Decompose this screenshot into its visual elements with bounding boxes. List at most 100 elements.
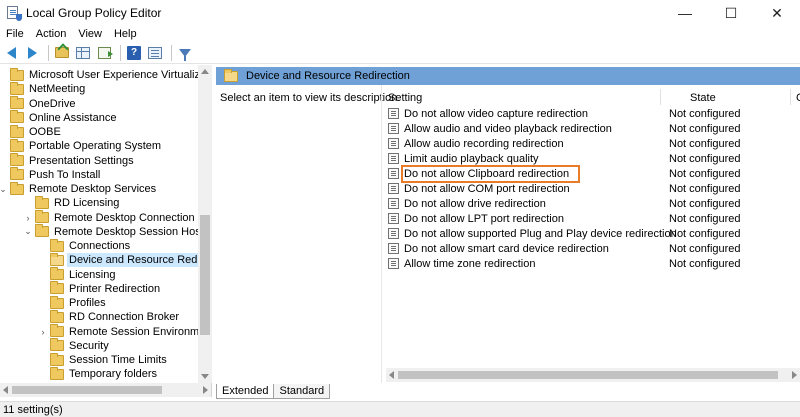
policy-setting-row[interactable]: Do not allow smart card device redirecti… [384,241,800,256]
help-button[interactable]: ? [125,44,143,62]
menu-view[interactable]: View [72,28,108,40]
tab-extended[interactable]: Extended [216,384,275,399]
tree-item-label: Security [69,339,109,352]
tree-item[interactable]: Device and Resource Redirection [38,252,211,268]
tree-item[interactable]: Profiles [38,295,108,310]
tree-item[interactable]: NetMeeting [0,81,87,96]
tree-item-label: OOBE [29,126,61,138]
policy-setting-icon [388,258,399,269]
chevron-right-icon[interactable]: › [23,213,33,223]
menu-file[interactable]: File [0,28,30,40]
policy-setting-row[interactable]: Allow time zone redirection Not configure… [384,256,800,271]
setting-name: Do not allow drive redirection [404,197,546,210]
show-hide-tree-button[interactable] [74,44,92,62]
policy-setting-icon [388,153,399,164]
menu-action[interactable]: Action [30,28,73,40]
toolbar-separator [48,44,49,61]
policy-setting-row[interactable]: Do not allow Clipboard redirection Not co… [384,164,800,183]
tree-item[interactable]: OneDrive [0,96,77,111]
column-separator[interactable] [790,89,791,105]
policy-setting-row[interactable]: Do not allow LPT port redirection Not con… [384,211,800,226]
tree-item[interactable]: Security [38,338,111,353]
close-button[interactable]: ✕ [754,0,800,26]
tree-item[interactable]: RD Licensing [23,195,121,210]
tree-item[interactable]: Push To Install [0,167,102,182]
filter-icon [179,48,191,61]
folder-icon [50,238,64,252]
policy-setting-row[interactable]: Do not allow supported Plug and Play dev… [384,226,800,241]
details-horizontal-scrollbar[interactable] [386,368,800,382]
policy-setting-row[interactable]: Limit audio playback quality Not configur… [384,151,800,166]
maximize-button[interactable]: ☐ [708,0,754,26]
folder-icon [50,267,64,280]
tree-item-label: Connections [69,240,131,252]
column-header-setting[interactable]: Setting [388,90,422,106]
setting-state: Not configured [669,107,741,120]
tree-item-label: Presentation Settings [29,154,134,167]
properties-button[interactable] [146,44,164,62]
folder-icon [10,153,24,166]
scroll-right-arrow-icon[interactable] [792,371,797,379]
setting-name: Do not allow COM port redirection [404,182,570,195]
tree-item[interactable]: Presentation Settings [0,153,136,168]
folder-icon [10,181,24,195]
column-header-comment[interactable]: C [796,90,800,106]
scroll-left-arrow-icon[interactable] [389,371,394,379]
tree-item[interactable]: Connections [38,238,132,253]
folder-up-icon [55,47,69,58]
tree-item[interactable]: Printer Redirection [38,281,162,296]
window-controls: — ☐ ✕ [662,0,800,26]
policy-setting-row[interactable]: Do not allow drive redirection Not config… [384,196,800,211]
setting-name: Do not allow video capture redirection [404,107,589,120]
policy-setting-row[interactable]: Do not allow video capture redirection No… [384,106,800,121]
tree-item[interactable]: RD Connection Broker [38,309,181,324]
minimize-button[interactable]: — [662,0,708,26]
tree-item[interactable]: Microsoft User Experience Virtualization [0,67,212,82]
forward-button[interactable] [23,44,41,62]
tree-item-label: Session Time Limits [69,354,167,366]
tree-item[interactable]: OOBE [0,124,63,139]
tree-item[interactable]: › Remote Session Environment [38,324,211,339]
policy-setting-icon [388,213,399,224]
export-list-button[interactable] [95,44,113,62]
tree-item[interactable]: Temporary folders [38,366,159,381]
scroll-thumb[interactable] [12,386,162,394]
folder-icon [50,252,64,266]
scroll-thumb[interactable] [398,371,778,379]
pane-divider [381,85,382,383]
menu-help[interactable]: Help [108,28,143,40]
up-one-level-button[interactable] [53,44,71,62]
tree-item[interactable]: Licensing [38,267,117,282]
tree-item[interactable]: Online Assistance [0,110,118,125]
tree-vertical-scrollbar[interactable] [198,65,212,383]
column-header-state[interactable]: State [690,90,716,106]
tree-item[interactable]: ⌄ Remote Desktop Session Host [23,224,206,239]
tree-item[interactable]: › Remote Desktop Connection Client [23,210,211,225]
policy-setting-row[interactable]: Allow audio and video playback redirecti… [384,121,800,136]
column-separator[interactable] [660,89,661,105]
setting-state: Not configured [669,242,741,255]
policy-setting-row[interactable]: Allow audio recording redirection Not con… [384,136,800,151]
back-arrow-icon [6,46,16,59]
filter-button[interactable] [176,44,194,62]
tree-item-label: Microsoft User Experience Virtualization [29,69,212,81]
chevron-down-icon[interactable]: ⌄ [0,184,8,195]
folder-icon [10,124,24,138]
policy-setting-row[interactable]: Do not allow COM port redirection Not con… [384,181,800,196]
tab-standard[interactable]: Standard [273,384,331,399]
tree-item[interactable]: ⌄ Remote Desktop Services [0,181,158,196]
tree-item[interactable]: Portable Operating System [0,138,163,153]
scroll-right-arrow-icon[interactable] [203,386,208,394]
chevron-right-icon[interactable]: › [38,327,48,337]
scroll-left-arrow-icon[interactable] [3,386,8,394]
chevron-down-icon[interactable]: ⌄ [23,226,33,237]
tree-item-label: NetMeeting [29,83,86,96]
tree-horizontal-scrollbar[interactable] [0,383,212,397]
back-button[interactable] [2,44,20,62]
scroll-down-arrow-icon[interactable] [201,374,209,379]
scroll-thumb[interactable] [200,215,210,335]
folder-icon [50,309,64,323]
tree-item[interactable]: Session Time Limits [38,352,169,367]
folder-icon [35,210,49,223]
scroll-up-arrow-icon[interactable] [201,69,209,74]
